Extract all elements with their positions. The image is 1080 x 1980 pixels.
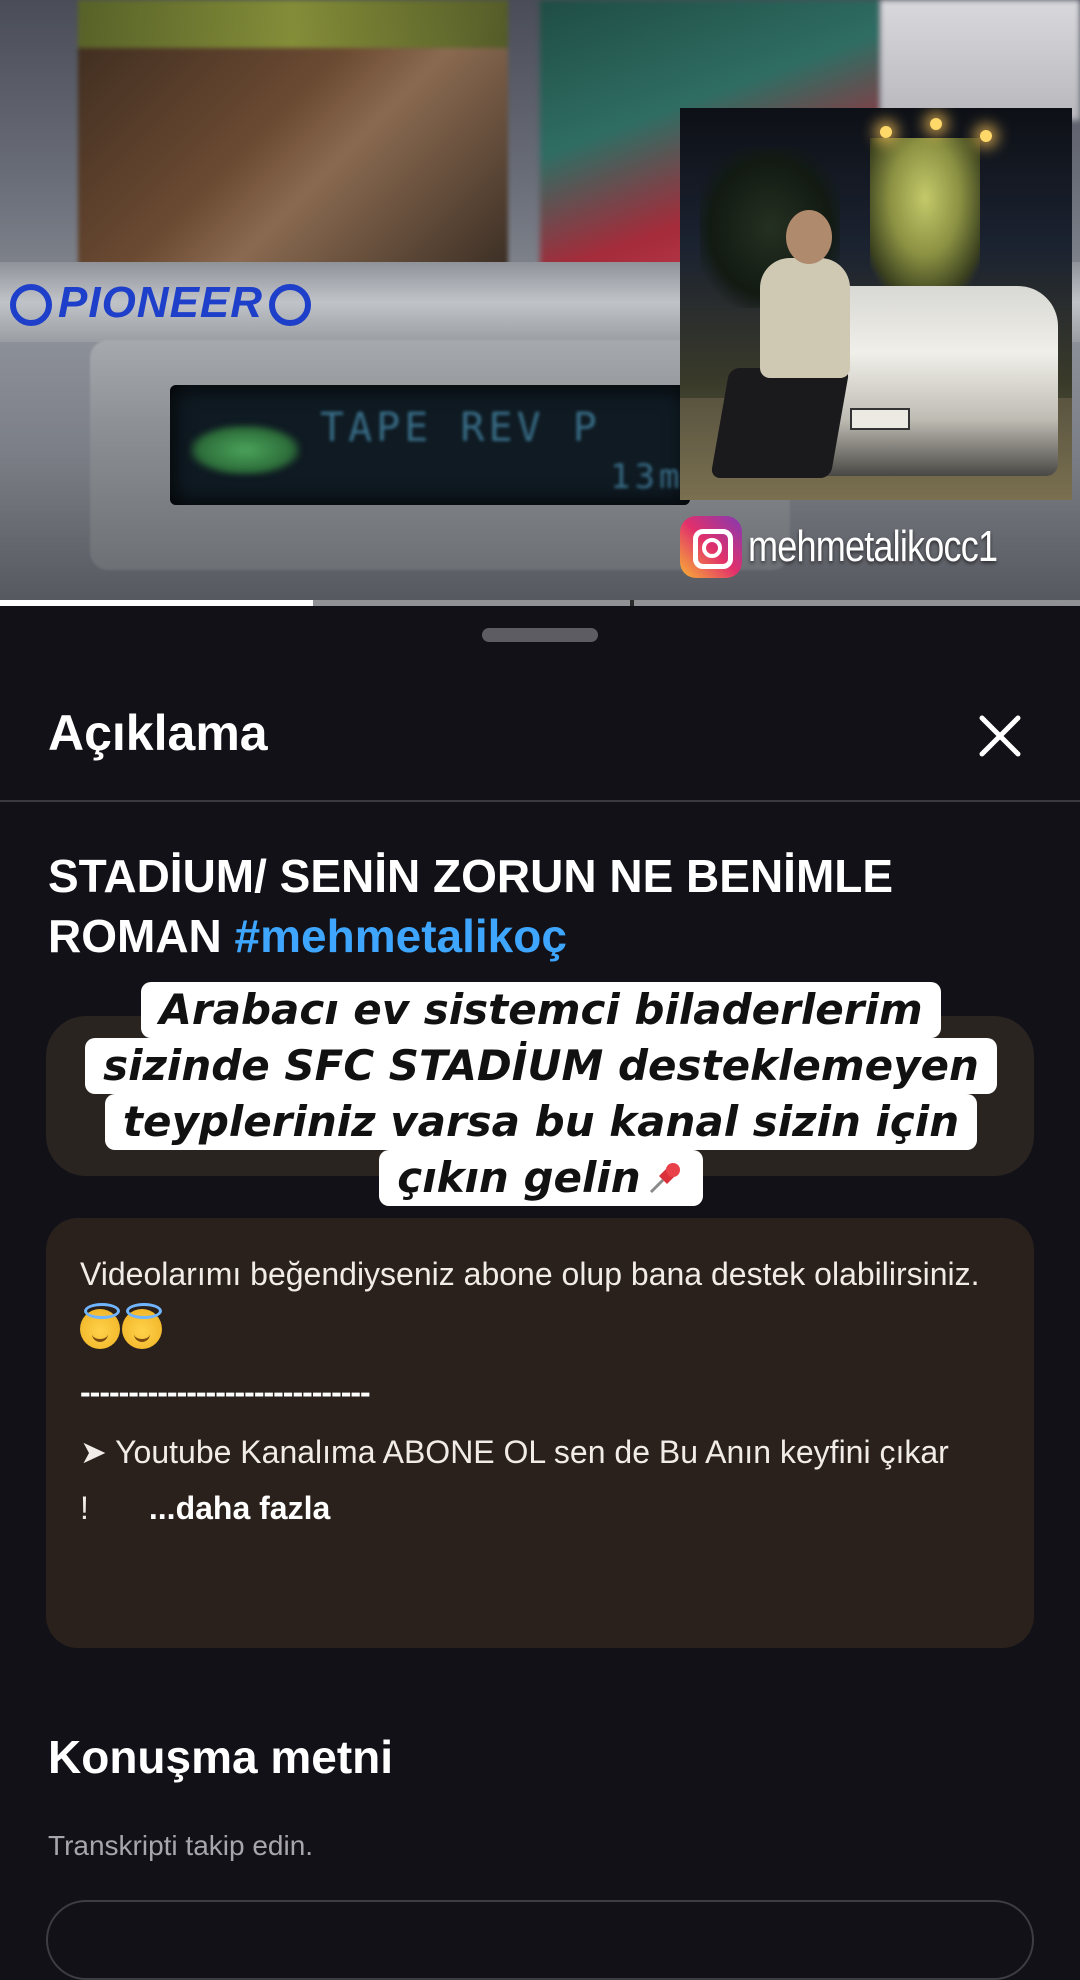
more-link[interactable]: ...daha fazla — [149, 1490, 330, 1526]
caption-line-last: çıkın gelin — [379, 1150, 703, 1206]
instagram-icon — [680, 516, 742, 578]
description-paragraph: ➤ Youtube Kanalıma ABONE OL sen de Bu An… — [80, 1434, 949, 1526]
background-poster — [78, 0, 508, 270]
transcript-title: Konuşma metni — [48, 1731, 394, 1783]
close-button[interactable] — [970, 706, 1030, 766]
stereo-display: TAPE REV P 13m — [170, 385, 690, 505]
transcript-subtitle: Transkripti takip edin. — [48, 1830, 314, 1861]
instagram-tag: mehmetalikocc1 — [680, 516, 1052, 578]
instagram-handle: mehmetalikocc1 — [748, 522, 998, 571]
close-icon — [979, 715, 1021, 757]
overlay-caption: Arabacı ev sistemci biladerlerim sizinde… — [56, 982, 1026, 1206]
pushpin-icon — [649, 1163, 680, 1194]
caption-line: teypleriniz varsa bu kanal sizin için — [104, 1094, 978, 1150]
smiling-face-with-halo-icon — [122, 1303, 162, 1349]
sheet-header: Açıklama — [0, 666, 1080, 802]
sheet-drag-handle[interactable] — [482, 628, 598, 642]
show-transcript-button[interactable] — [46, 1900, 1034, 1980]
lcd-digits: 13m — [610, 457, 684, 497]
hashtag-link[interactable]: #mehmetalikoç — [235, 910, 567, 962]
description-paragraph: Videolarımı beğendiyseniz abone olup ban… — [80, 1246, 1000, 1358]
background-poster — [880, 0, 1080, 120]
smiling-face-with-halo-icon — [80, 1303, 120, 1349]
caption-line: sizinde SFC STADİUM desteklemeyen — [85, 1038, 997, 1094]
description-divider: ------------------------------ — [80, 1374, 371, 1410]
caption-line: Arabacı ev sistemci biladerlerim — [141, 982, 941, 1038]
video-title: STADİUM/ SENİN ZORUN NE BENİMLE ROMAN #m… — [48, 846, 1038, 966]
pioneer-logo: PIONEER — [4, 278, 317, 328]
description-sheet: Açıklama STADİUM/ SENİN ZORUN NE BENİMLE… — [0, 606, 1080, 1980]
lcd-readout: TAPE REV P — [320, 405, 601, 451]
video-player[interactable]: TAPE REV P 13m PIONEER mehmetalikocc1 — [0, 0, 1080, 606]
inset-photo — [680, 108, 1072, 500]
sheet-title: Açıklama — [48, 705, 268, 761]
description-box[interactable]: Videolarımı beğendiyseniz abone olup ban… — [46, 1218, 1034, 1648]
